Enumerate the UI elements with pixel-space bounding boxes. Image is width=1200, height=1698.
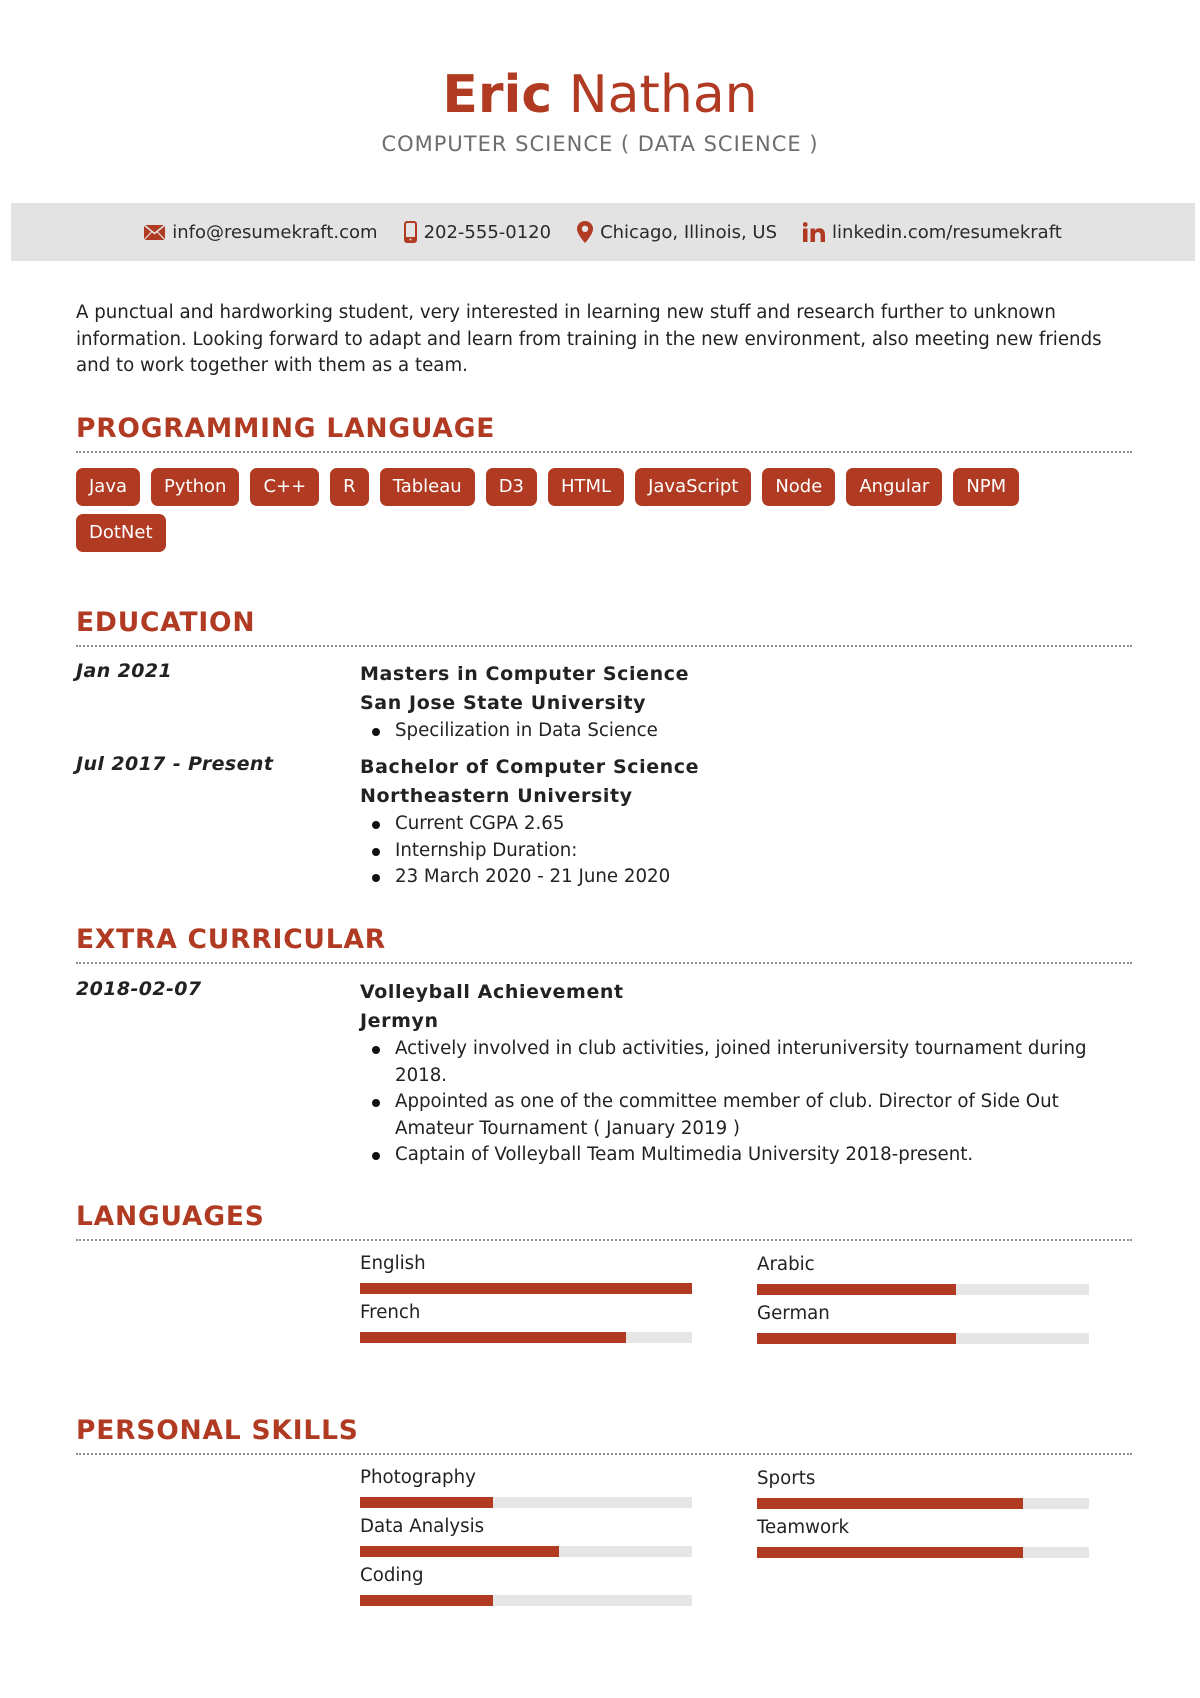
contact-email[interactable]: info@resumekraft.com: [144, 221, 378, 243]
profile-summary: A punctual and hardworking student, very…: [76, 302, 1102, 376]
programming-tags: Java Python C++ R Tableau D3 HTML JavaSc…: [76, 468, 1076, 552]
skill-item: Sports: [757, 1467, 1089, 1509]
skill-bar: [360, 1595, 692, 1606]
entry-date: Jul 2017 - Present: [76, 753, 274, 775]
skill-fill: [360, 1546, 560, 1557]
last-name: Nathan: [568, 65, 758, 125]
section-title-personal-skills: PERSONAL SKILLS: [76, 1414, 1132, 1455]
email-text: info@resumekraft.com: [172, 221, 378, 243]
section-title-languages: LANGUAGES: [76, 1200, 1132, 1241]
tag-cpp: C++: [250, 468, 320, 506]
bullet-item: Internship Duration:: [360, 838, 1120, 865]
bullet-item: 23 March 2020 - 21 June 2020: [360, 864, 1120, 891]
entry-bullets: Specilization in Data Science: [360, 718, 1120, 745]
contact-phone[interactable]: 202-555-0120: [403, 221, 552, 243]
job-title: COMPUTER SCIENCE ( DATA SCIENCE ): [381, 132, 819, 156]
skill-item: Photography: [360, 1466, 692, 1508]
language-name: German: [757, 1303, 830, 1324]
map-pin-icon: [577, 221, 594, 243]
phone-text: 202-555-0120: [423, 221, 552, 243]
section-title-extra-curricular: EXTRA CURRICULAR: [76, 923, 1132, 964]
skill-name: Teamwork: [757, 1517, 850, 1538]
entry-body: Bachelor of Computer Science Northeaster…: [360, 753, 1120, 891]
language-item: German: [757, 1302, 1089, 1344]
section-title-programming: PROGRAMMING LANGUAGE: [76, 412, 1132, 453]
skill-name: Photography: [360, 1467, 476, 1488]
tag-javascript: JavaScript: [635, 468, 752, 506]
proficiency-fill: [360, 1332, 626, 1343]
skill-item: Teamwork: [757, 1516, 1089, 1558]
tag-java: Java: [76, 468, 141, 506]
entry-bullets: Current CGPA 2.65 Internship Duration: 2…: [360, 811, 1120, 891]
language-item: English: [360, 1252, 692, 1294]
skill-item: Coding: [360, 1564, 692, 1606]
location-text: Chicago, Illinois, US: [600, 221, 778, 243]
entry-date: 2018-02-07: [76, 978, 202, 1000]
bullet-item: Captain of Volleyball Team Multimedia Un…: [360, 1142, 1120, 1169]
bullet-item: Current CGPA 2.65: [360, 811, 1120, 838]
bullet-item: Actively involved in club activities, jo…: [360, 1036, 1120, 1089]
entry-date: Jan 2021: [76, 660, 173, 682]
section-title-education: EDUCATION: [76, 606, 1132, 647]
tag-node: Node: [762, 468, 836, 506]
skill-bar: [757, 1498, 1089, 1509]
linkedin-icon: [803, 222, 826, 242]
skill-fill: [757, 1547, 1023, 1558]
envelope-icon: [144, 224, 166, 240]
school-name: San Jose State University: [360, 692, 647, 714]
bullet-item: Specilization in Data Science: [360, 718, 1120, 745]
skill-item: Data Analysis: [360, 1515, 692, 1557]
proficiency-bar: [757, 1284, 1089, 1295]
skill-fill: [360, 1497, 493, 1508]
contact-location: Chicago, Illinois, US: [577, 221, 777, 243]
linkedin-text: linkedin.com/resumekraft: [832, 221, 1062, 243]
contact-bar: info@resumekraft.com 202-555-0120 Chicag…: [11, 203, 1195, 261]
skill-bar: [360, 1546, 692, 1557]
contact-linkedin[interactable]: linkedin.com/resumekraft: [803, 222, 1062, 243]
proficiency-bar: [360, 1283, 692, 1294]
proficiency-bar: [757, 1333, 1089, 1344]
degree-title: Masters in Computer Science: [360, 663, 690, 685]
language-item: French: [360, 1301, 692, 1343]
tag-npm: NPM: [953, 468, 1020, 506]
activity-title: Volleyball Achievement: [360, 981, 624, 1003]
tag-html: HTML: [548, 468, 625, 506]
skill-name: Sports: [757, 1468, 816, 1489]
tag-python: Python: [151, 468, 240, 506]
tag-dotnet: DotNet: [76, 514, 166, 552]
proficiency-bar: [360, 1332, 692, 1343]
proficiency-fill: [757, 1333, 957, 1344]
organization-name: Jermyn: [360, 1010, 439, 1032]
tag-r: R: [330, 468, 369, 506]
bullet-item: Appointed as one of the committee member…: [360, 1089, 1120, 1142]
skill-fill: [360, 1595, 493, 1606]
proficiency-fill: [757, 1284, 957, 1295]
skill-bar: [360, 1497, 692, 1508]
tag-angular: Angular: [846, 468, 943, 506]
first-name: Eric: [442, 65, 553, 125]
skill-fill: [757, 1498, 1023, 1509]
language-name: French: [360, 1302, 421, 1323]
tag-d3: D3: [485, 468, 537, 506]
proficiency-fill: [360, 1283, 692, 1294]
skill-name: Data Analysis: [360, 1516, 485, 1537]
entry-body: Masters in Computer Science San Jose Sta…: [360, 660, 1120, 745]
tag-tableau: Tableau: [379, 468, 475, 506]
school-name: Northeastern University: [360, 785, 633, 807]
resume-header: Eric Nathan COMPUTER SCIENCE ( DATA SCIE…: [0, 62, 1200, 158]
degree-title: Bachelor of Computer Science: [360, 756, 700, 778]
language-name: English: [360, 1253, 426, 1274]
mobile-phone-icon: [403, 221, 417, 243]
language-name: Arabic: [757, 1254, 815, 1275]
entry-bullets: Actively involved in club activities, jo…: [360, 1036, 1120, 1169]
skill-bar: [757, 1547, 1089, 1558]
skill-name: Coding: [360, 1565, 424, 1586]
language-item: Arabic: [757, 1253, 1089, 1295]
entry-body: Volleyball Achievement Jermyn Actively i…: [360, 978, 1120, 1169]
full-name: Eric Nathan: [0, 62, 1200, 128]
